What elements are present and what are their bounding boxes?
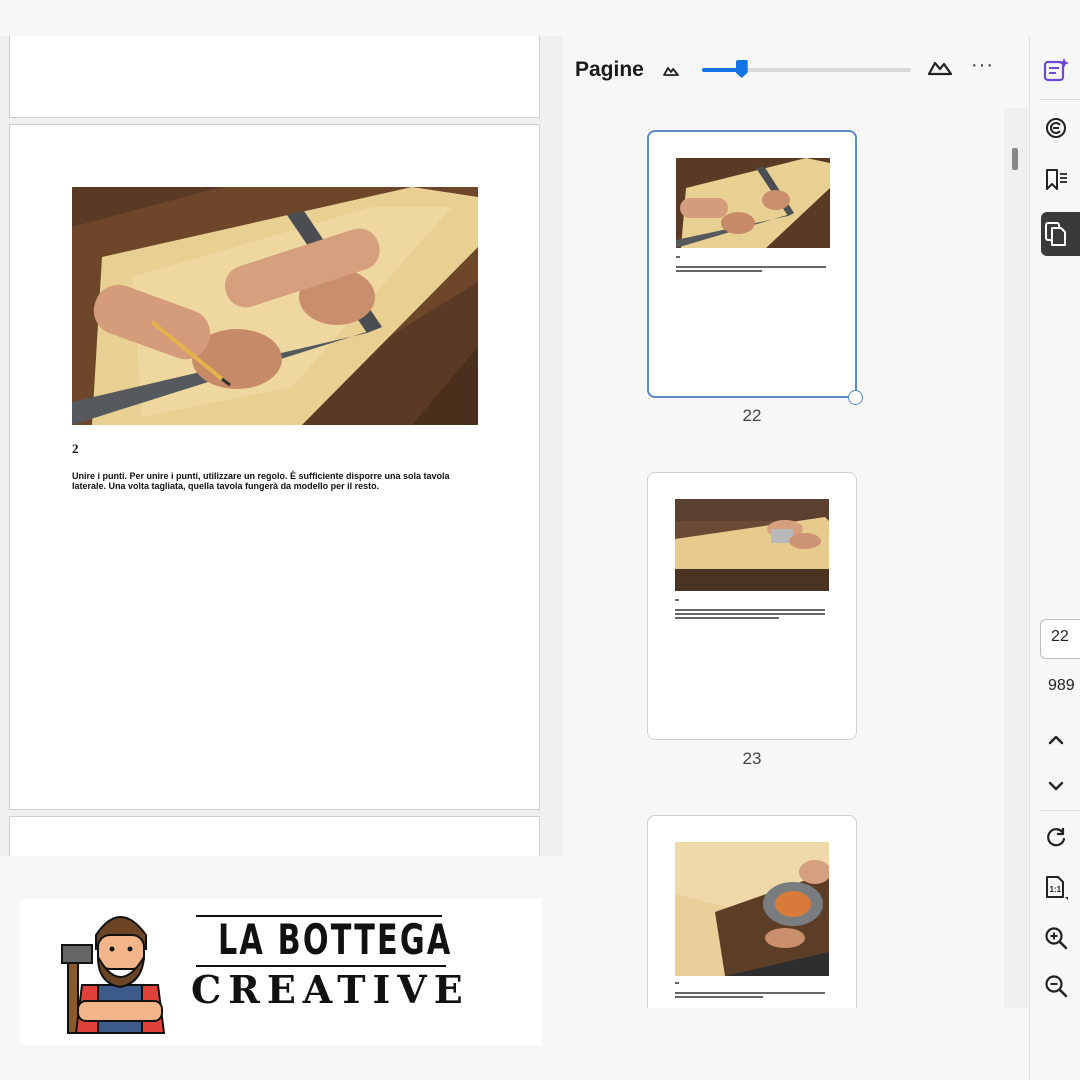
actual-size-icon: 1:1 [1046, 876, 1068, 900]
page-number-input[interactable]: 22 [1040, 619, 1080, 659]
zoom-in-thumbnails-icon[interactable] [927, 58, 953, 76]
pages-icon [1045, 222, 1066, 246]
rotate-icon [1047, 828, 1066, 847]
actual-size-button[interactable]: 1:1 [1042, 874, 1070, 902]
thumbnail-text-line [675, 613, 825, 615]
thumbnail-page-number: 23 [742, 749, 762, 768]
logo-title: LA BOTTEGA [218, 915, 453, 964]
previous-page-button[interactable] [1042, 726, 1070, 754]
thumbnail-text-line [675, 982, 679, 984]
next-page-button[interactable] [1042, 772, 1070, 800]
total-pages: 989 [1048, 677, 1075, 694]
thumbnail-text-line [675, 617, 779, 619]
step-number: 2 [72, 441, 79, 456]
thumbnail-list[interactable]: 22 23 [563, 108, 1004, 1008]
chevron-down-icon [1048, 781, 1064, 791]
ai-assistant-button[interactable] [1042, 56, 1070, 84]
thumbnail-text-line [675, 992, 825, 994]
pdf-page-previous [9, 36, 540, 118]
bookmarks-button[interactable] [1042, 166, 1070, 194]
pages-panel: Pagine ··· 22 23 [563, 36, 1028, 1080]
rail-divider [1040, 99, 1080, 100]
more-options-button[interactable]: ··· [971, 54, 994, 77]
step-description: Unire i punti. Per unire i punti, utiliz… [72, 471, 450, 491]
thumbnail-scrollbar-thumb[interactable] [1012, 148, 1018, 170]
zoom-out-thumbnails-icon[interactable] [663, 64, 679, 76]
thumbnail-text-line [675, 609, 825, 611]
zoom-out-icon [1045, 975, 1068, 998]
zoom-in-icon [1045, 927, 1068, 950]
thumbnail-text-line [676, 256, 680, 258]
thumbnail-page-22[interactable] [647, 130, 857, 398]
panel-title: Pagine [575, 58, 644, 81]
thumbnail-image [676, 158, 830, 248]
ai-assistant-icon [1043, 58, 1069, 82]
thumbnail-resize-handle[interactable] [848, 390, 863, 405]
zoom-out-button[interactable] [1042, 972, 1070, 1000]
comment-icon [1046, 118, 1066, 138]
svg-text:1:1: 1:1 [1050, 885, 1062, 894]
rotate-button[interactable] [1042, 824, 1070, 852]
pdf-page-current: 2 Unire i punti. Per unire i punti, util… [9, 124, 540, 810]
zoom-in-button[interactable] [1042, 924, 1070, 952]
thumbnail-page-24[interactable] [647, 815, 857, 1008]
carpenter-mascot-icon [61, 916, 166, 1034]
thumbnail-image [675, 842, 829, 976]
thumbnail-text-line [675, 996, 763, 998]
brand-logo: LA BOTTEGA CREATIVE [20, 899, 542, 1045]
logo-subtitle: CREATIVE [191, 967, 470, 1012]
thumbnail-size-slider[interactable] [702, 60, 911, 78]
thumbnail-scrollbar[interactable] [1004, 108, 1028, 1008]
thumbnail-text-line [676, 270, 762, 272]
thumbnail-image [675, 499, 829, 591]
rail-divider [1040, 810, 1080, 811]
bookmark-icon [1046, 169, 1067, 190]
thumbnail-text-line [676, 266, 826, 268]
thumbnail-size-handle[interactable] [735, 60, 748, 78]
thumbnail-text-line [675, 599, 679, 601]
thumbnail-page-number: 22 [742, 406, 762, 425]
thumbnail-page-23[interactable] [647, 472, 857, 740]
marking-plywood-photo [72, 187, 478, 425]
pages-button[interactable] [1042, 220, 1070, 248]
tool-rail: 22 989 1:1 [1029, 36, 1080, 1080]
chevron-up-icon [1048, 735, 1064, 745]
comment-button[interactable] [1042, 114, 1070, 142]
